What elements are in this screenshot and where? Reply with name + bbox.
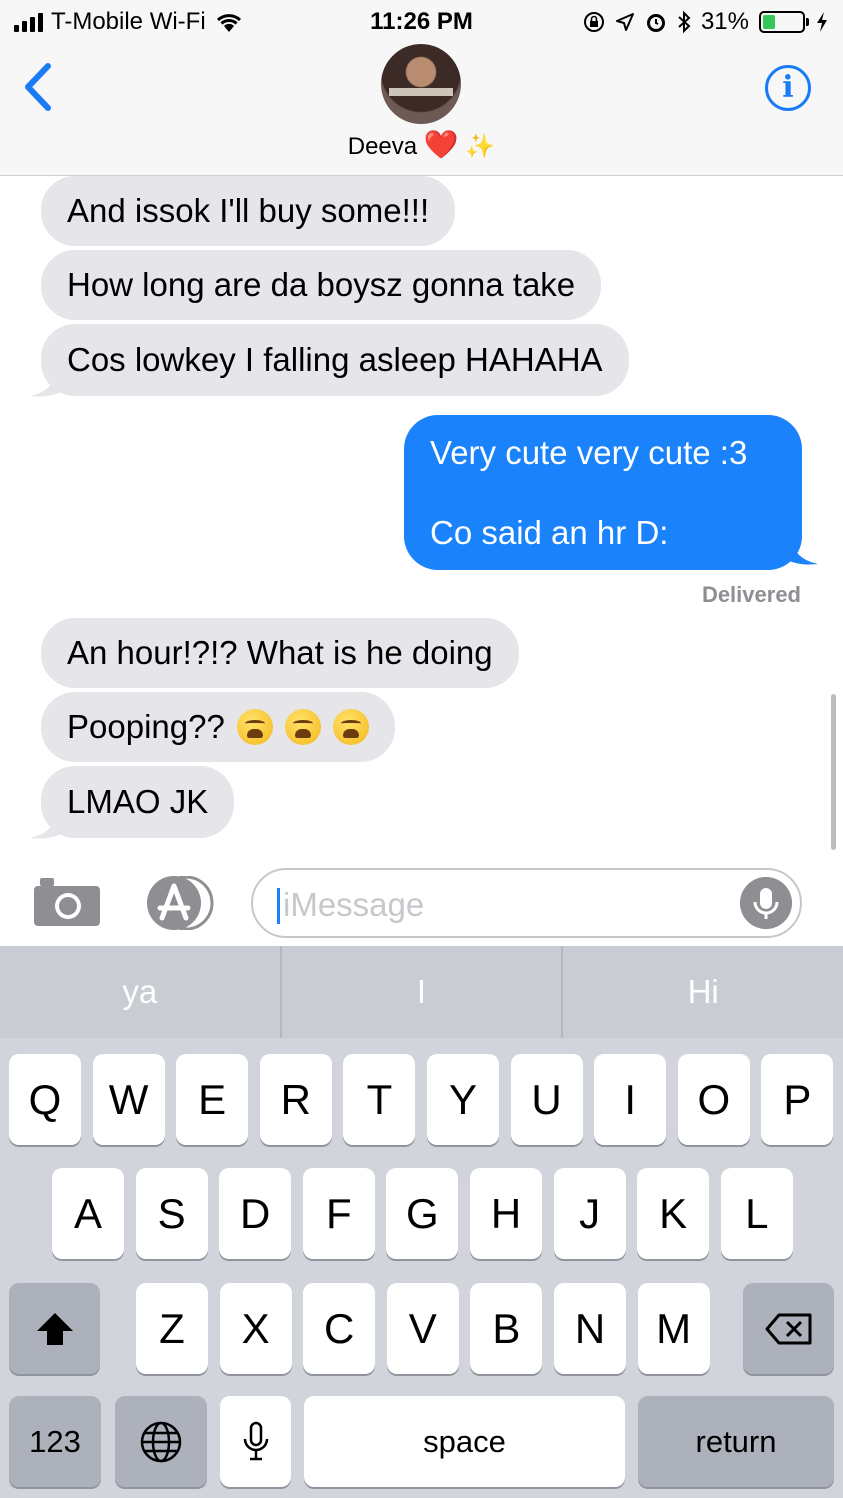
back-chevron-icon[interactable]	[20, 60, 60, 114]
key-f[interactable]: F	[302, 1168, 375, 1259]
message-input-placeholder: iMessage	[283, 886, 425, 923]
message-bubble-incoming[interactable]: Pooping??	[41, 692, 395, 762]
key-v[interactable]: V	[386, 1283, 459, 1374]
key-u[interactable]: U	[510, 1054, 583, 1145]
backspace-icon	[765, 1313, 811, 1344]
key-p[interactable]: P	[761, 1054, 834, 1145]
key-l[interactable]: L	[720, 1168, 793, 1259]
weary-face-emoji	[284, 709, 321, 745]
heart-emoji: ❤️	[423, 129, 459, 160]
key-c[interactable]: C	[303, 1283, 376, 1374]
message-bubble-incoming[interactable]: Cos lowkey I falling asleep HAHAHA	[41, 324, 629, 396]
key-x[interactable]: X	[219, 1283, 292, 1374]
globe-icon	[140, 1421, 182, 1462]
key-h[interactable]: H	[470, 1168, 542, 1259]
alarm-icon	[646, 14, 665, 32]
suggestion-3[interactable]: Hi	[563, 946, 843, 1038]
camera-icon[interactable]	[34, 876, 100, 926]
suggestion-1[interactable]: ya	[0, 946, 282, 1038]
conversation-header: T-Mobile Wi-Fi 11:26 PM 31% Deeva ❤️ ✨ i	[0, 0, 843, 176]
key-g[interactable]: G	[386, 1168, 459, 1259]
keyboard: ya I Hi QWERTYUIOPASDFGHJKLZXCVBNM 123 s…	[0, 946, 843, 1498]
message-text: And issok I'll buy some!!!	[67, 192, 430, 229]
message-bubble-incoming[interactable]: How long are da boysz gonna take	[41, 250, 602, 320]
battery-percent: 31%	[700, 8, 749, 35]
battery-icon	[759, 11, 809, 33]
suggestion-2[interactable]: I	[282, 946, 564, 1038]
key-k[interactable]: K	[637, 1168, 710, 1259]
message-bubble-outgoing[interactable]: Very cute very cute :3 Co said an hr D:	[404, 415, 802, 570]
return-key[interactable]: return	[638, 1396, 834, 1487]
message-text: Cos lowkey I falling asleep HAHAHA	[67, 341, 603, 378]
key-n[interactable]: N	[554, 1283, 626, 1374]
globe-key[interactable]	[115, 1396, 207, 1487]
app-store-icon[interactable]	[142, 876, 214, 930]
key-i[interactable]: I	[594, 1054, 667, 1145]
message-text: Pooping??	[67, 708, 225, 745]
dictation-mic-icon[interactable]	[740, 877, 792, 929]
dictation-key[interactable]	[220, 1396, 291, 1487]
bluetooth-icon	[678, 10, 691, 34]
key-y[interactable]: Y	[427, 1054, 499, 1145]
key-j[interactable]: J	[553, 1168, 626, 1259]
status-icons: 31%	[583, 8, 829, 36]
key-a[interactable]: A	[52, 1168, 124, 1259]
key-b[interactable]: B	[470, 1283, 543, 1374]
message-input[interactable]: iMessage	[251, 868, 802, 938]
message-text-line: Co said an hr D:	[430, 513, 669, 551]
location-icon	[615, 13, 634, 31]
key-r[interactable]: R	[259, 1054, 332, 1145]
message-bubble-incoming[interactable]: LMAO JK	[41, 766, 235, 838]
key-e[interactable]: E	[176, 1054, 249, 1145]
info-button[interactable]: i	[765, 65, 811, 111]
message-text: How long are da boysz gonna take	[67, 266, 576, 303]
message-text-line: Very cute very cute :3	[430, 433, 748, 471]
key-d[interactable]: D	[219, 1168, 292, 1259]
key-w[interactable]: W	[92, 1054, 165, 1145]
message-bubble-incoming[interactable]: And issok I'll buy some!!!	[41, 176, 456, 246]
predictive-bar: ya I Hi	[0, 946, 843, 1038]
scrollbar[interactable]	[831, 694, 836, 850]
shift-arrow-icon	[36, 1312, 73, 1345]
key-q[interactable]: Q	[9, 1054, 81, 1145]
message-bubble-incoming[interactable]: An hour!?!? What is he doing	[41, 618, 519, 688]
orientation-lock-icon	[583, 12, 604, 32]
key-z[interactable]: Z	[136, 1283, 208, 1374]
weary-face-emoji	[236, 709, 273, 745]
sparkle-emoji: ✨	[465, 133, 496, 160]
charging-bolt-icon	[817, 12, 827, 32]
microphone-icon	[243, 1421, 268, 1460]
space-key[interactable]: space	[304, 1396, 625, 1487]
contact-name-row[interactable]: Deeva ❤️ ✨	[0, 128, 843, 161]
text-cursor	[277, 888, 280, 924]
key-m[interactable]: M	[637, 1283, 710, 1374]
weary-face-emoji	[332, 709, 369, 745]
key-t[interactable]: T	[343, 1054, 416, 1145]
key-s[interactable]: S	[135, 1168, 208, 1259]
message-text: An hour!?!? What is he doing	[67, 634, 493, 671]
message-text: LMAO JK	[67, 783, 209, 820]
numbers-key[interactable]: 123	[9, 1396, 101, 1487]
status-bar: T-Mobile Wi-Fi 11:26 PM 31%	[0, 0, 843, 42]
delete-key[interactable]	[743, 1283, 834, 1374]
contact-name: Deeva	[347, 133, 418, 160]
shift-key[interactable]	[9, 1283, 100, 1374]
delivered-status: Delivered	[701, 582, 801, 607]
contact-avatar[interactable]	[381, 44, 461, 124]
key-o[interactable]: O	[677, 1054, 750, 1145]
